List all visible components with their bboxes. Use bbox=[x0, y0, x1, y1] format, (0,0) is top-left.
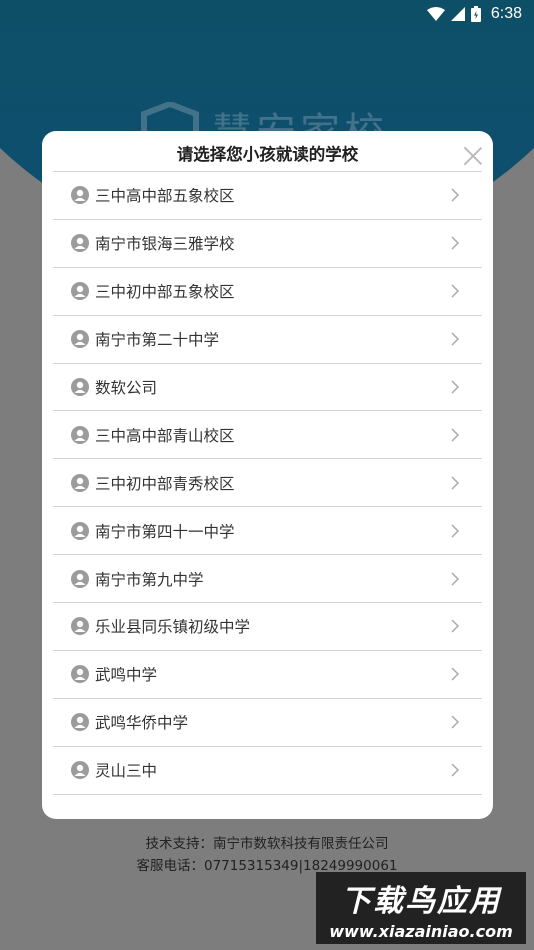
school-name: 武鸣华侨中学 bbox=[95, 714, 189, 733]
school-name: 南宁市银海三雅学校 bbox=[95, 235, 235, 254]
school-list-item[interactable]: 武鸣华侨中学 bbox=[53, 699, 482, 747]
chevron-right-icon bbox=[451, 188, 460, 202]
school-list-item[interactable]: 武鸣中学 bbox=[53, 651, 482, 699]
watermark-title: 下载鸟应用 bbox=[341, 883, 501, 919]
chevron-right-icon bbox=[451, 572, 460, 586]
school-select-dialog: 请选择您小孩就读的学校 三中高中部五象校区 南宁市银海三雅学校 三中初中部五象校区南… bbox=[42, 131, 493, 819]
battery-icon bbox=[470, 6, 481, 22]
support-text: 技术支持：南宁市数软科技有限责任公司 bbox=[145, 836, 389, 852]
wifi-icon bbox=[426, 7, 445, 21]
chevron-right-icon bbox=[451, 476, 460, 490]
avatar-icon bbox=[71, 473, 89, 492]
school-list-item[interactable]: 三中初中部青秀校区 bbox=[53, 459, 482, 508]
school-name: 灵山三中 bbox=[95, 762, 158, 781]
status-bar: 6:38 bbox=[0, 0, 534, 28]
school-name: 乐业县同乐镇初级中学 bbox=[95, 618, 251, 637]
school-list-item[interactable]: 南宁市银海三雅学校 bbox=[53, 220, 482, 268]
chevron-right-icon bbox=[451, 667, 460, 681]
watermark: 下载鸟应用 www.xiazainiao.com bbox=[316, 872, 526, 944]
avatar-icon bbox=[71, 234, 89, 253]
clock: 6:38 bbox=[490, 5, 522, 22]
chevron-right-icon bbox=[451, 284, 460, 298]
close-icon[interactable] bbox=[461, 144, 485, 168]
school-name: 三中初中部青秀校区 bbox=[95, 474, 235, 493]
avatar-icon bbox=[71, 282, 89, 301]
school-name: 南宁市第九中学 bbox=[95, 570, 204, 589]
chevron-right-icon bbox=[451, 619, 460, 633]
chevron-right-icon bbox=[451, 524, 460, 538]
avatar-icon bbox=[71, 186, 89, 205]
school-name: 三中高中部五象校区 bbox=[95, 187, 235, 206]
chevron-right-icon bbox=[451, 715, 460, 729]
avatar-icon bbox=[71, 378, 89, 396]
school-list: 三中高中部五象校区 南宁市银海三雅学校 三中初中部五象校区 南宁市第二十中学 数软公司三… bbox=[53, 171, 482, 795]
school-name: 南宁市第二十中学 bbox=[95, 331, 220, 350]
school-list-item[interactable]: 数软公司 bbox=[53, 364, 482, 412]
avatar-icon bbox=[71, 569, 89, 588]
chevron-right-icon bbox=[451, 236, 460, 250]
school-list-item[interactable]: 三中高中部五象校区 bbox=[53, 172, 482, 220]
school-list-item[interactable]: 三中高中部青山校区 bbox=[53, 411, 482, 460]
school-name: 数软公司 bbox=[95, 379, 158, 397]
school-name: 三中初中部五象校区 bbox=[95, 283, 235, 302]
avatar-icon bbox=[71, 761, 89, 780]
school-name: 武鸣中学 bbox=[95, 666, 158, 685]
avatar-icon bbox=[71, 330, 89, 349]
chevron-right-icon bbox=[451, 428, 460, 442]
school-list-item[interactable]: 南宁市第九中学 bbox=[53, 555, 482, 604]
chevron-right-icon bbox=[451, 763, 460, 777]
avatar-icon bbox=[71, 665, 89, 684]
school-list-item[interactable]: 南宁市第二十中学 bbox=[53, 316, 482, 364]
school-name: 三中高中部青山校区 bbox=[95, 426, 235, 445]
school-name: 南宁市第四十一中学 bbox=[95, 522, 235, 541]
avatar-icon bbox=[71, 425, 89, 444]
avatar-icon bbox=[71, 713, 89, 732]
chevron-right-icon bbox=[451, 380, 460, 394]
signal-icon bbox=[450, 7, 465, 21]
chevron-right-icon bbox=[451, 332, 460, 346]
watermark-url: www.xiazainiao.com bbox=[329, 921, 513, 941]
phone-text: 客服电话：07715315349|18249990061 bbox=[136, 858, 398, 874]
school-list-item[interactable]: 南宁市第四十一中学 bbox=[53, 507, 482, 556]
avatar-icon bbox=[71, 521, 89, 540]
avatar-icon bbox=[71, 617, 89, 636]
school-list-item[interactable]: 灵山三中 bbox=[53, 747, 482, 795]
dialog-title: 请选择您小孩就读的学校 bbox=[176, 145, 359, 164]
school-list-item[interactable]: 乐业县同乐镇初级中学 bbox=[53, 603, 482, 651]
school-list-item[interactable]: 三中初中部五象校区 bbox=[53, 268, 482, 316]
